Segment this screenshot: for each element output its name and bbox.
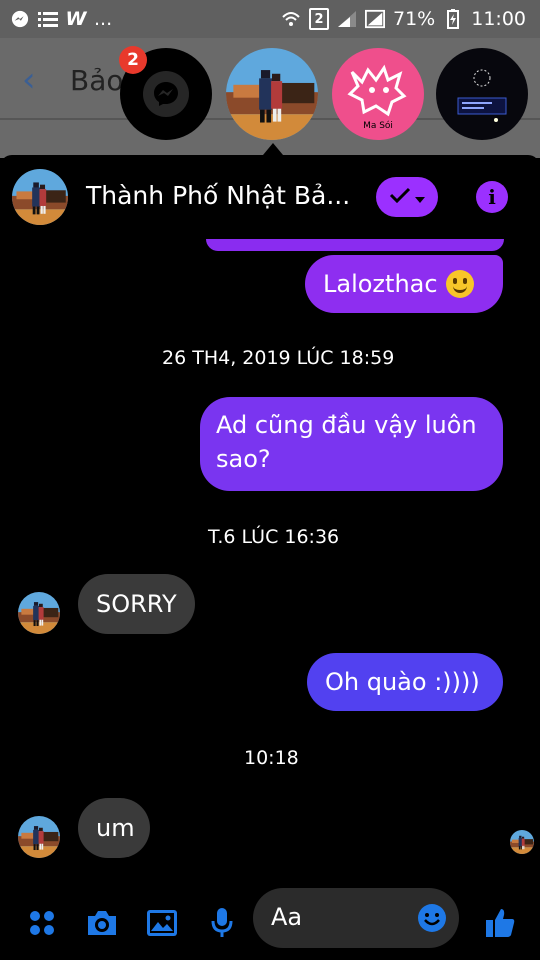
message-bubble-incoming[interactable]: SORRY xyxy=(78,574,195,634)
messenger-icon xyxy=(10,9,30,29)
mic-icon[interactable] xyxy=(204,905,240,941)
avatar[interactable] xyxy=(12,169,68,225)
chat-head-pointer xyxy=(263,143,283,155)
message-bubble-outgoing[interactable]: Oh quào :)))) xyxy=(307,653,503,711)
back-arrow-icon: ‹ xyxy=(22,60,36,100)
unread-badge: 2 xyxy=(119,46,147,74)
message-bubble-incoming[interactable]: um xyxy=(78,798,150,858)
signal-icon-2 xyxy=(365,9,385,29)
conversation-title[interactable]: Thành Phố Nhật Bả... xyxy=(86,181,350,210)
sim-slot-icon: 2 xyxy=(309,8,329,30)
battery-percent: 71% xyxy=(393,8,436,30)
list-icon xyxy=(38,9,58,29)
more-icon[interactable] xyxy=(24,905,60,941)
timestamp: 10:18 xyxy=(244,747,299,769)
check-icon xyxy=(389,187,411,207)
status-bar: W ... 2 71% 11:00 xyxy=(0,0,540,38)
seen-avatar xyxy=(510,830,534,854)
w-icon: W xyxy=(65,8,87,30)
battery-charging-icon xyxy=(443,9,463,29)
message-text: Ad cũng đầu vậy luôn sao? xyxy=(216,411,477,473)
message-text: Oh quào :)))) xyxy=(325,667,480,696)
signal-icon xyxy=(337,9,357,29)
wifi-icon xyxy=(281,9,301,29)
input-placeholder: Aa xyxy=(271,903,303,931)
avatar[interactable] xyxy=(18,592,60,634)
smiley-emoji-icon xyxy=(445,270,474,298)
theme-button[interactable] xyxy=(376,177,438,217)
overflow-dots: ... xyxy=(94,8,113,30)
clock: 11:00 xyxy=(471,8,526,30)
like-icon[interactable] xyxy=(482,905,518,941)
chat-head-ma-soi[interactable]: Ma Sói xyxy=(332,48,424,140)
message-bubble-outgoing[interactable]: Lalozthac xyxy=(305,255,503,313)
chat-head-couple[interactable] xyxy=(226,48,318,140)
message-text: um xyxy=(96,813,135,842)
timestamp: 26 TH4, 2019 LÚC 18:59 xyxy=(162,347,395,369)
message-bubble-partial xyxy=(206,239,504,251)
timestamp: T.6 LÚC 16:36 xyxy=(208,526,340,548)
message-bubble-outgoing[interactable]: Ad cũng đầu vậy luôn sao? xyxy=(200,397,503,491)
messenger-logo-icon xyxy=(143,71,189,117)
chat-head-label: Ma Sói xyxy=(363,121,393,131)
emoji-icon[interactable] xyxy=(417,903,447,933)
chat-head-dark[interactable] xyxy=(436,48,528,140)
camera-icon[interactable] xyxy=(84,905,120,941)
chat-header: Thành Phố Nhật Bả... i xyxy=(0,155,540,239)
composer: Aa xyxy=(0,885,540,960)
avatar[interactable] xyxy=(18,816,60,858)
fireworks-image xyxy=(457,69,507,122)
message-text: SORRY xyxy=(96,589,177,618)
info-icon[interactable]: i xyxy=(476,181,508,213)
message-text: Lalozthac xyxy=(323,269,438,298)
gallery-icon[interactable] xyxy=(144,905,180,941)
caret-down-icon xyxy=(415,188,425,207)
message-input[interactable]: Aa xyxy=(253,888,459,948)
chat-panel: Thành Phố Nhật Bả... i Lalozthac 26 TH4,… xyxy=(0,155,540,960)
